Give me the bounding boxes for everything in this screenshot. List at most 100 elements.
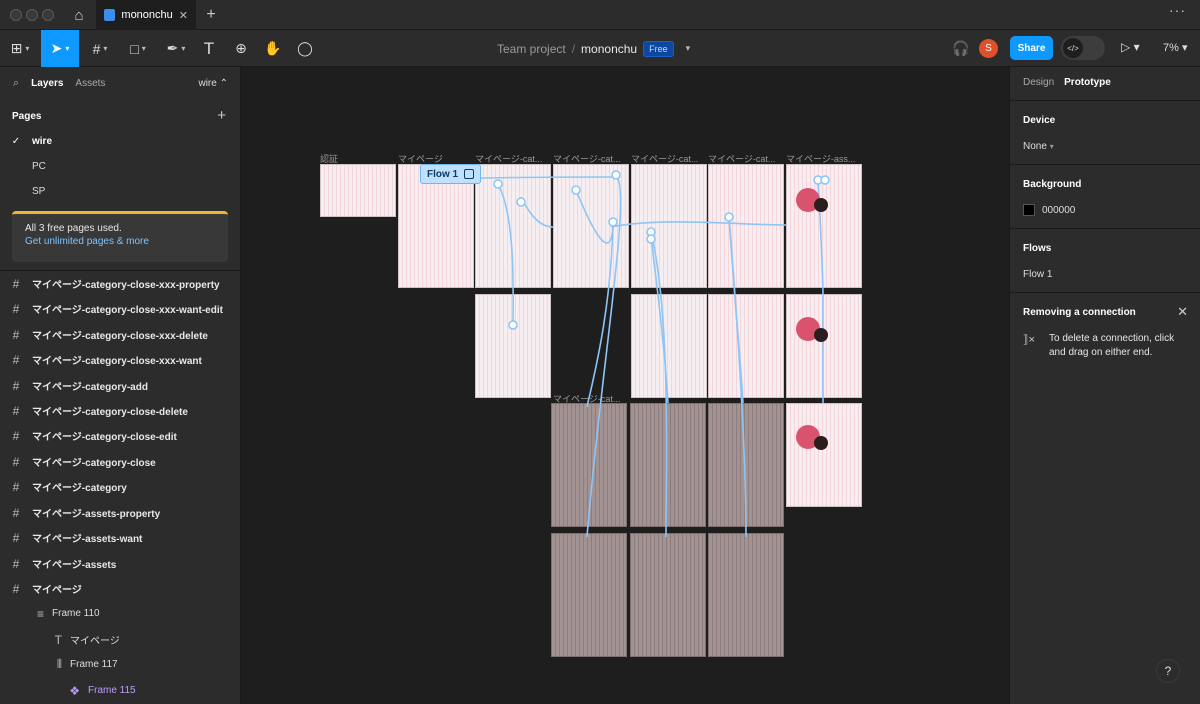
tab-layers[interactable]: Layers <box>31 78 63 89</box>
removing-header: Removing a connection <box>1023 307 1136 318</box>
layer-row[interactable]: ⦀ Frame 117 <box>0 652 241 677</box>
frame-mypage-cat[interactable] <box>631 294 707 398</box>
flow-starting-point[interactable]: Flow 1 <box>420 164 482 184</box>
share-button[interactable]: Share <box>1010 36 1053 60</box>
page-switcher[interactable]: wire ⌃ <box>198 78 228 89</box>
background-value[interactable]: 000000 <box>1042 205 1075 216</box>
file-menu-chevron-icon[interactable]: ▾ <box>686 43 691 54</box>
move-tool-icon[interactable]: ➤ ▾ <box>41 30 79 67</box>
frame-mypage-cat-modal[interactable] <box>630 533 706 657</box>
tab-prototype[interactable]: Prototype <box>1064 77 1111 88</box>
flow-chip-label: Flow 1 <box>427 168 459 180</box>
file-name[interactable]: mononchu <box>581 42 637 56</box>
search-icon[interactable]: ⌕ <box>13 77 19 90</box>
layer-label: マイページ <box>70 636 120 647</box>
text-tool-icon[interactable]: T <box>197 30 221 67</box>
frame-icon: # <box>12 403 20 418</box>
frame-mypage-cat[interactable] <box>475 294 551 398</box>
file-tab[interactable]: mononchu ✕ <box>96 0 196 30</box>
layer-label: マイページ-assets-want <box>32 534 143 545</box>
close-icon[interactable]: ✕ <box>1177 304 1188 320</box>
layer-label: Frame 110 <box>52 608 100 619</box>
layer-row[interactable]: # マイページ-category-add <box>0 373 241 398</box>
layer-row[interactable]: ❖ Frame 115 <box>0 678 241 703</box>
shape-tool-icon[interactable]: □ ▾ <box>122 30 154 67</box>
layer-row[interactable]: # マイページ-category-close-xxx-want <box>0 347 241 372</box>
device-value: None <box>1023 141 1047 152</box>
left-panel: ⌕ Layers Assets wire ⌃ Pages + ✓ wire PC… <box>0 67 241 704</box>
frame-mypage-assets[interactable] <box>786 403 862 507</box>
present-icon[interactable]: ▷ ▾ <box>1121 40 1140 54</box>
frame-mypage-cat-modal[interactable] <box>551 403 627 527</box>
canvas[interactable]: 認証 マイページ マイページ-cat... マイページ-cat... マイページ… <box>241 67 1009 704</box>
frame-mypage-cat-modal[interactable] <box>551 533 627 657</box>
removing-description: To delete a connection, click and drag o… <box>1049 333 1175 358</box>
component-icon: ❖ <box>69 683 80 698</box>
more-icon[interactable]: ··· <box>1169 2 1186 18</box>
headphones-icon[interactable]: 🎧 <box>952 40 969 57</box>
page-item-sp[interactable]: SP <box>0 179 241 203</box>
flow-item[interactable]: Flow 1 <box>1023 269 1052 280</box>
dev-mode-toggle[interactable]: </> <box>1061 36 1105 60</box>
home-icon[interactable]: ⌂ <box>64 0 94 30</box>
layer-label: マイページ-category-close-xxx-property <box>32 280 220 291</box>
layer-row[interactable]: # マイページ-category-close <box>0 449 241 474</box>
layer-row[interactable]: ≡ Frame 110 <box>0 601 241 626</box>
frame-mypage-cat[interactable] <box>708 294 784 398</box>
new-tab-icon[interactable]: + <box>200 0 222 30</box>
hand-tool-icon[interactable]: ✋ <box>261 30 285 67</box>
text-icon: T <box>54 632 62 647</box>
tab-assets[interactable]: Assets <box>75 78 105 89</box>
layer-row[interactable]: # マイページ-category <box>0 474 241 499</box>
layer-row[interactable]: # マイページ-category-close-xxx-property <box>0 271 241 296</box>
frame-mypage-assets[interactable] <box>786 164 862 288</box>
pen-tool-icon[interactable]: ✒ ▾ <box>160 30 192 67</box>
frame-mypage-cat-modal[interactable] <box>630 403 706 527</box>
layer-row[interactable]: # マイページ <box>0 576 241 601</box>
device-select[interactable]: None ▾ <box>1023 141 1054 152</box>
frame-icon: # <box>12 276 20 291</box>
frame-icon: # <box>12 378 20 393</box>
main-menu-icon[interactable]: ⊞ ▾ <box>4 30 36 67</box>
close-window-button[interactable] <box>10 9 22 21</box>
auto-layout-icon: ≡ <box>36 606 44 621</box>
layer-row[interactable]: # マイページ-category-close-xxx-delete <box>0 322 241 347</box>
frame-tool-icon[interactable]: # ▾ <box>84 30 116 67</box>
frame-mypage-assets[interactable] <box>786 294 862 398</box>
upsell-link[interactable]: Get unlimited pages & more <box>25 236 215 247</box>
page-item-wire[interactable]: ✓ wire <box>0 129 241 153</box>
layer-row[interactable]: # マイページ-category-close-delete <box>0 398 241 423</box>
frame-auth[interactable] <box>320 164 396 217</box>
layer-row[interactable]: # マイページ-assets-want <box>0 525 241 550</box>
comment-tool-icon[interactable]: ◯ <box>293 30 317 67</box>
page-item-pc[interactable]: PC <box>0 154 241 178</box>
maximize-window-button[interactable] <box>42 9 54 21</box>
close-tab-icon[interactable]: ✕ <box>179 9 188 22</box>
background-swatch[interactable] <box>1023 204 1035 216</box>
add-page-icon[interactable]: + <box>217 107 226 124</box>
tab-design[interactable]: Design <box>1023 77 1054 88</box>
layer-label: マイページ-category-close-xxx-want <box>32 356 202 367</box>
zoom-menu[interactable]: 7% ▾ <box>1163 41 1187 54</box>
frame-mypage-cat[interactable] <box>475 164 551 288</box>
layer-row[interactable]: # マイページ-category-close-xxx-want-edit <box>0 296 241 321</box>
avatar[interactable]: S <box>979 39 998 58</box>
help-button[interactable]: ? <box>1156 659 1180 683</box>
frame-mypage-cat-modal[interactable] <box>708 533 784 657</box>
resources-icon[interactable]: ⊕ <box>229 30 253 67</box>
frame-icon: # <box>12 530 20 545</box>
layer-label: マイページ <box>32 585 82 596</box>
layer-row[interactable]: T マイページ <box>0 627 241 652</box>
frame-icon: # <box>12 556 20 571</box>
layer-row[interactable]: # マイページ-assets <box>0 551 241 576</box>
layer-row[interactable]: # マイページ-assets-property <box>0 500 241 525</box>
project-link[interactable]: Team project <box>497 42 566 56</box>
frame-mypage-cat-modal[interactable] <box>708 403 784 527</box>
play-flow-icon[interactable] <box>464 169 475 179</box>
frame-mypage-cat[interactable] <box>708 164 784 288</box>
frame-mypage-cat[interactable] <box>553 164 629 288</box>
frame-mypage-cat[interactable] <box>631 164 707 288</box>
layer-row[interactable]: # マイページ-category-close-edit <box>0 423 241 448</box>
minimize-window-button[interactable] <box>26 9 38 21</box>
auto-layout-icon: ⦀ <box>56 657 62 671</box>
